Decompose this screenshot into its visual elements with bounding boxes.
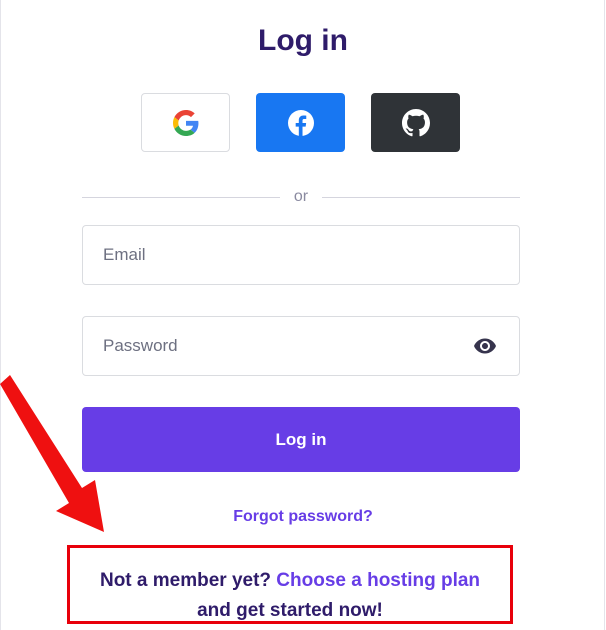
divider-text: or bbox=[293, 188, 309, 205]
red-arrow-annotation bbox=[0, 375, 104, 532]
login-button[interactable]: Log in bbox=[82, 407, 520, 472]
eye-icon[interactable] bbox=[471, 334, 499, 358]
password-field[interactable] bbox=[83, 317, 519, 375]
divider-line-right bbox=[322, 196, 521, 198]
github-icon bbox=[401, 108, 430, 136]
choose-hosting-plan-link[interactable]: Choose a hosting plan bbox=[276, 570, 480, 591]
or-divider: or bbox=[82, 187, 521, 207]
divider-line-left bbox=[82, 196, 280, 198]
email-field-wrapper bbox=[82, 225, 520, 285]
google-login-button[interactable] bbox=[141, 93, 230, 152]
right-border bbox=[604, 0, 605, 630]
google-icon bbox=[172, 109, 198, 136]
signup-prefix: Not a member yet? bbox=[99, 570, 272, 591]
email-field[interactable] bbox=[83, 226, 519, 284]
github-login-button[interactable] bbox=[371, 93, 460, 152]
signup-suffix: and get started now! bbox=[197, 600, 383, 621]
signup-callout: Not a member yet? Choose a hosting plan … bbox=[67, 545, 513, 624]
page-title: Log in bbox=[258, 24, 348, 57]
facebook-login-button[interactable] bbox=[256, 93, 345, 152]
password-field-wrapper bbox=[82, 316, 520, 376]
facebook-icon bbox=[287, 109, 314, 136]
